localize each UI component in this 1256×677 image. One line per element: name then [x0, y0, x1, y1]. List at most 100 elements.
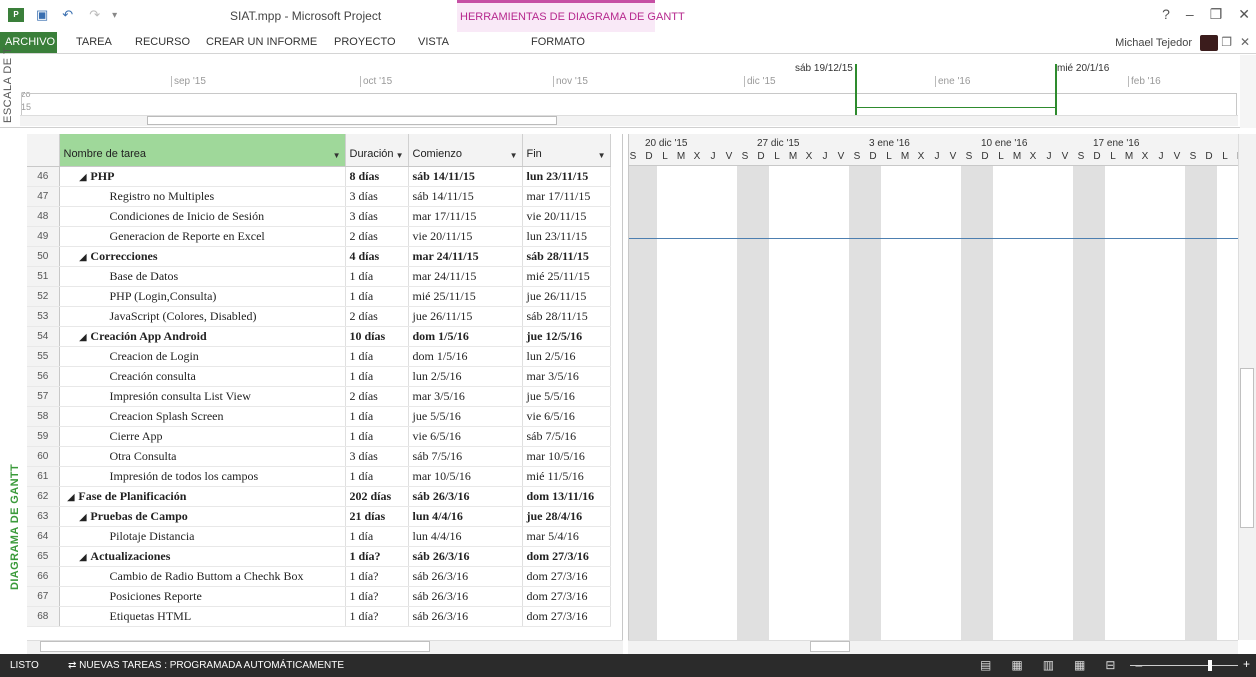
task-finish[interactable]: vie 20/11/15 [522, 206, 611, 227]
task-finish[interactable]: mar 3/5/16 [522, 366, 611, 387]
task-finish[interactable]: mar 17/11/15 [522, 186, 611, 207]
row-id[interactable]: 51 [27, 266, 60, 287]
task-name-cell[interactable]: ◢ Actualizaciones [59, 546, 346, 567]
task-row[interactable]: 61 Impresión de todos los campos 1 día mar … [27, 466, 611, 487]
task-duration[interactable]: 3 días [345, 186, 409, 207]
column-header-name[interactable]: Nombre de tarea ▼ [59, 134, 346, 167]
task-row[interactable]: 59 Cierre App 1 día vie 6/5/16 sáb 7/5/16 [27, 426, 611, 447]
tab-proyecto[interactable]: PROYECTO [334, 36, 396, 48]
gantt-hscroll-thumb[interactable] [810, 641, 850, 652]
tab-tarea[interactable]: TAREA [76, 36, 112, 48]
task-row[interactable]: 51 Base de Datos 1 día mar 24/11/15 mié 25/1… [27, 266, 611, 287]
task-duration[interactable]: 1 día? [345, 546, 409, 567]
row-id[interactable]: 58 [27, 406, 60, 427]
chevron-down-icon[interactable]: ▼ [333, 151, 341, 160]
collapse-icon[interactable]: ◢ [80, 172, 87, 182]
task-finish[interactable]: vie 6/5/16 [522, 406, 611, 427]
task-duration[interactable]: 1 día [345, 466, 409, 487]
task-row[interactable]: 64 Pilotaje Distancia 1 día lun 4/4/16 mar 5… [27, 526, 611, 547]
task-finish[interactable]: lun 23/11/15 [522, 226, 611, 247]
task-finish[interactable]: dom 27/3/16 [522, 546, 611, 567]
task-name-cell[interactable]: Condiciones de Inicio de Sesión [59, 206, 346, 227]
task-row[interactable]: 48 Condiciones de Inicio de Sesión 3 días m… [27, 206, 611, 227]
task-start[interactable]: mar 3/5/16 [408, 386, 523, 407]
task-finish[interactable]: jue 26/11/15 [522, 286, 611, 307]
task-name-cell[interactable]: Otra Consulta [59, 446, 346, 467]
task-row[interactable]: 63 ◢ Pruebas de Campo 21 días lun 4/4/16 jue … [27, 506, 611, 527]
task-duration[interactable]: 1 día [345, 366, 409, 387]
collapse-icon[interactable]: ◢ [68, 492, 75, 502]
row-id[interactable]: 52 [27, 286, 60, 307]
task-name-cell[interactable]: ◢ Fase de Planificación [59, 486, 346, 507]
task-row[interactable]: 60 Otra Consulta 3 días sáb 7/5/16 mar 10/5/… [27, 446, 611, 467]
task-row[interactable]: 58 Creacion Splash Screen 1 día jue 5/5/16 v… [27, 406, 611, 427]
task-duration[interactable]: 10 días [345, 326, 409, 347]
customize-qa-icon[interactable]: ▾ [112, 10, 117, 21]
zoom-slider-handle[interactable] [1208, 660, 1212, 671]
task-duration[interactable]: 3 días [345, 446, 409, 467]
tab-recurso[interactable]: RECURSO [135, 36, 190, 48]
task-finish[interactable]: lun 23/11/15 [522, 166, 611, 187]
row-id[interactable]: 55 [27, 346, 60, 367]
tab-vista[interactable]: VISTA [418, 36, 449, 48]
report-icon[interactable]: ⊟ [1105, 658, 1115, 672]
task-finish[interactable]: sáb 28/11/15 [522, 246, 611, 267]
collapse-icon[interactable]: ◢ [80, 512, 87, 522]
undo-icon[interactable]: ↶ [62, 7, 73, 23]
task-start[interactable]: lun 4/4/16 [408, 526, 523, 547]
task-row[interactable]: 53 JavaScript (Colores, Disabled) 2 días ju… [27, 306, 611, 327]
row-id[interactable]: 53 [27, 306, 60, 327]
team-planner-icon[interactable]: ▥ [1043, 658, 1054, 672]
row-id[interactable]: 57 [27, 386, 60, 407]
task-duration[interactable]: 1 día? [345, 606, 409, 627]
gantt-view-icon[interactable]: ▤ [980, 658, 991, 672]
row-id[interactable]: 63 [27, 506, 60, 527]
zoom-in-icon[interactable]: + [1243, 657, 1250, 671]
task-finish[interactable]: jue 5/5/16 [522, 386, 611, 407]
task-row[interactable]: 49 Generacion de Reporte en Excel 2 días vi… [27, 226, 611, 247]
task-finish[interactable]: lun 2/5/16 [522, 346, 611, 367]
row-id[interactable]: 64 [27, 526, 60, 547]
task-table[interactable]: Nombre de tarea ▼ Duración ▼ Comienzo ▼ Fin… [27, 134, 623, 640]
task-start[interactable]: vie 20/11/15 [408, 226, 523, 247]
task-row[interactable]: 65 ◢ Actualizaciones 1 día? sáb 26/3/16 dom 2… [27, 546, 611, 567]
task-start[interactable]: mar 17/11/15 [408, 206, 523, 227]
task-finish[interactable]: dom 13/11/16 [522, 486, 611, 507]
gantt-hscroll[interactable] [628, 640, 1238, 654]
chevron-down-icon[interactable]: ▼ [396, 151, 404, 160]
task-finish[interactable]: mié 25/11/15 [522, 266, 611, 287]
task-name-cell[interactable]: Pilotaje Distancia [59, 526, 346, 547]
task-duration[interactable]: 1 día? [345, 586, 409, 607]
task-name-cell[interactable]: Creacion de Login [59, 346, 346, 367]
column-header-finish[interactable]: Fin ▼ [522, 134, 611, 167]
timeline-bar[interactable] [21, 64, 1237, 120]
task-name-cell[interactable]: Impresión de todos los campos [59, 466, 346, 487]
row-id[interactable]: 62 [27, 486, 60, 507]
row-id[interactable]: 49 [27, 226, 60, 247]
task-start[interactable]: dom 1/5/16 [408, 346, 523, 367]
column-header-start[interactable]: Comienzo ▼ [408, 134, 523, 167]
row-id[interactable]: 59 [27, 426, 60, 447]
task-name-cell[interactable]: Cierre App [59, 426, 346, 447]
task-name-cell[interactable]: Creacion Splash Screen [59, 406, 346, 427]
task-name-cell[interactable]: ◢ Pruebas de Campo [59, 506, 346, 527]
table-hscroll-thumb[interactable] [40, 641, 430, 652]
task-start[interactable]: jue 26/11/15 [408, 306, 523, 327]
task-name-cell[interactable]: Generacion de Reporte en Excel [59, 226, 346, 247]
task-row[interactable]: 57 Impresión consulta List View 2 días mar … [27, 386, 611, 407]
task-duration[interactable]: 1 día [345, 286, 409, 307]
task-row[interactable]: 55 Creacion de Login 1 día dom 1/5/16 lun 2/… [27, 346, 611, 367]
task-start[interactable]: mar 24/11/15 [408, 246, 523, 267]
task-duration[interactable]: 1 día [345, 406, 409, 427]
timeline-range-end[interactable] [1055, 64, 1057, 120]
task-finish[interactable]: dom 27/3/16 [522, 566, 611, 587]
task-name-cell[interactable]: ◢ Correcciones [59, 246, 346, 267]
task-name-cell[interactable]: Creación consulta [59, 366, 346, 387]
task-finish[interactable]: mar 5/4/16 [522, 526, 611, 547]
select-all-cell[interactable] [27, 134, 60, 167]
task-start[interactable]: lun 2/5/16 [408, 366, 523, 387]
save-icon[interactable]: ▣ [36, 7, 48, 23]
row-id[interactable]: 65 [27, 546, 60, 567]
task-row[interactable]: 68 Etiquetas HTML 1 día? sáb 26/3/16 dom 27/… [27, 606, 611, 627]
task-name-cell[interactable]: Impresión consulta List View [59, 386, 346, 407]
